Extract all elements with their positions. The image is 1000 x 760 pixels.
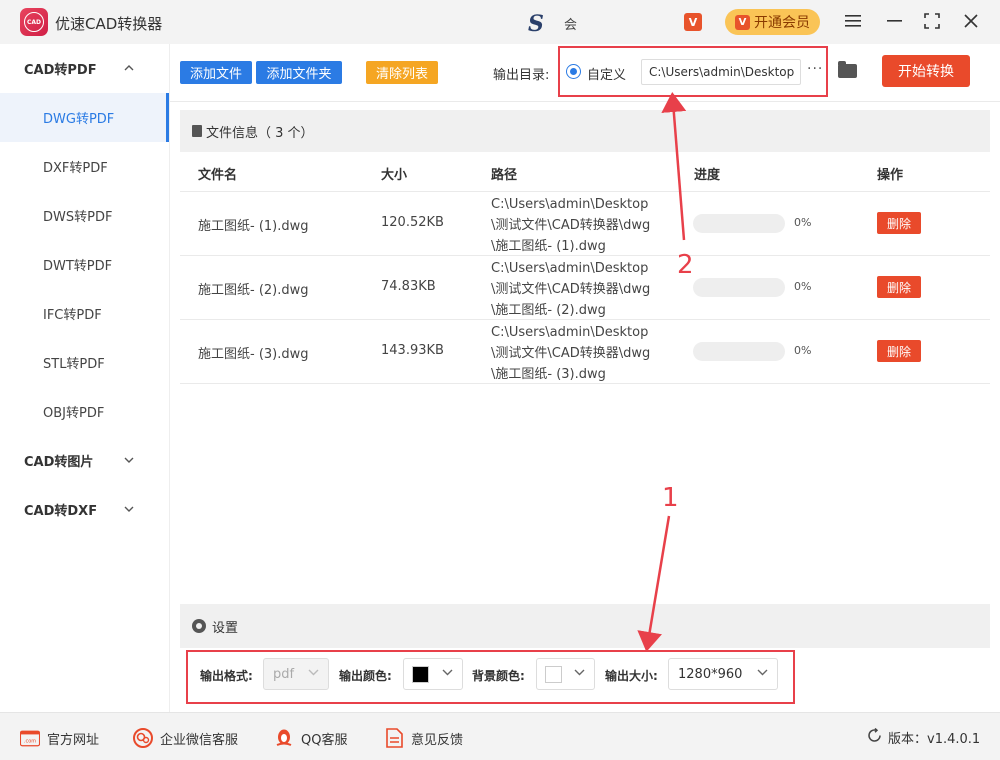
annotation-number-1: 1 (662, 483, 679, 513)
annotation-arrow-2 (661, 92, 687, 241)
qq-service-link[interactable]: QQ客服 (274, 728, 347, 748)
annotation-number-2: 2 (677, 250, 694, 280)
footer: .com 官方网址 企业微信客服 QQ客服 意见反馈 版本：v1.4.0.1 (0, 712, 1000, 760)
website-label: 官方网址 (47, 732, 100, 748)
wechat-icon (133, 728, 153, 748)
version-info: 版本：v1.4.0.1 (867, 727, 981, 747)
website-link[interactable]: .com 官方网址 (20, 728, 99, 748)
website-icon: .com (20, 728, 40, 748)
refresh-icon[interactable] (867, 727, 882, 747)
wechat-service-link[interactable]: 企业微信客服 (133, 728, 238, 748)
qq-icon (274, 728, 294, 748)
annotation-arrow-1 (637, 515, 671, 652)
feedback-icon (384, 728, 404, 748)
annotation-arrows (637, 92, 687, 652)
wechat-label: 企业微信客服 (160, 732, 239, 748)
feedback-link[interactable]: 意见反馈 (384, 728, 463, 748)
feedback-label: 意见反馈 (411, 732, 464, 748)
qq-label: QQ客服 (301, 732, 348, 748)
website-icon-text: .com (24, 738, 36, 744)
version-label: 版本：v1.4.0.1 (888, 732, 981, 747)
